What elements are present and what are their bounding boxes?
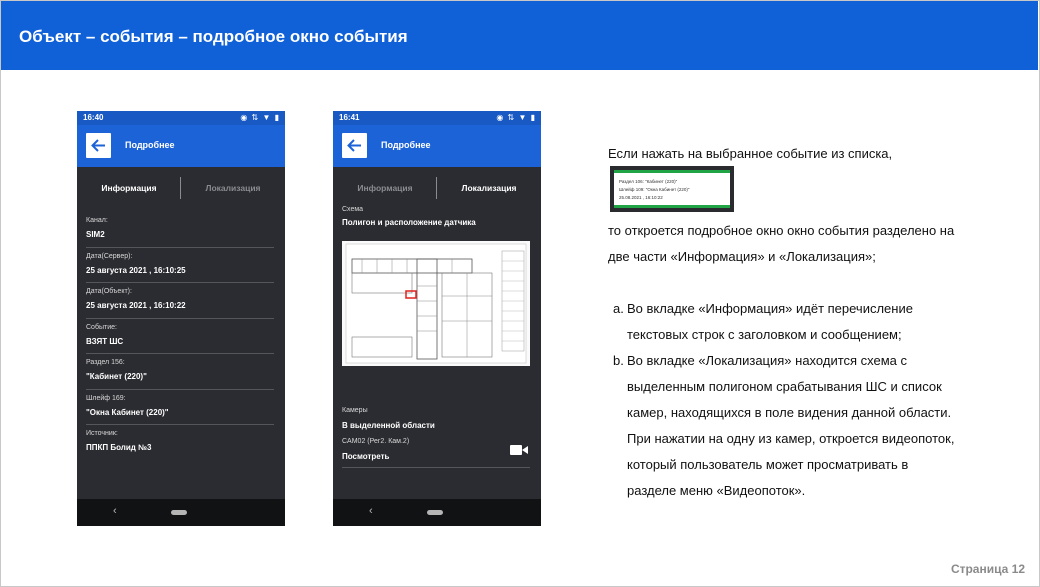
list-item-a-line: Во вкладке «Информация» идёт перечислени… xyxy=(627,301,913,316)
back-button[interactable] xyxy=(86,133,111,158)
slide-title: Объект – события – подробное окно событи… xyxy=(19,27,408,46)
status-time: 16:41 xyxy=(339,113,360,122)
field-value: 25 августа 2021 , 16:10:25 xyxy=(86,265,186,275)
app-bar-title: Подробнее xyxy=(381,140,431,150)
field-loop: Шлейф 169: "Окна Кабинет (220)" xyxy=(86,390,274,425)
field-value: SIM2 xyxy=(86,230,105,239)
tab-localization[interactable]: Локализация xyxy=(181,183,285,193)
status-icons: ◉ ⇅ ▼ ▮ xyxy=(240,113,280,122)
list-marker-b: b. xyxy=(613,353,624,368)
event-list-thumbnail: Раздел 106: "Кабинет (220)" Шлейф 109: "… xyxy=(610,166,734,212)
list-item-b-line: Во вкладке «Локализация» находится схема… xyxy=(627,353,908,368)
field-event: Событие: ВЗЯТ ШС xyxy=(86,319,274,354)
field-date-server: Дата(Сервер): 25 августа 2021 , 16:10:25 xyxy=(86,248,274,283)
camera-view-link[interactable]: Посмотреть xyxy=(342,452,389,461)
back-button[interactable] xyxy=(342,133,367,158)
list-item-a-line: текстовых строк с заголовком и сообщение… xyxy=(627,327,902,342)
floor-plan-image[interactable] xyxy=(342,241,530,366)
field-label: Источник: xyxy=(86,430,118,437)
list-item-b-line: При нажатии на одну из камер, откроется … xyxy=(627,431,955,446)
field-label: Канал: xyxy=(86,217,108,224)
status-time: 16:40 xyxy=(83,113,104,122)
phone-localization-screen: 16:41 ◉ ⇅ ▼ ▮ Подробнее Информация Локал… xyxy=(333,111,541,526)
info-field-list: Канал: SIM2 Дата(Сервер): 25 августа 202… xyxy=(86,212,274,461)
nav-back-icon[interactable]: ‹ xyxy=(369,505,373,517)
status-icons: ◉ ⇅ ▼ ▮ xyxy=(496,113,536,122)
description-intro: Если нажать на выбранное событие из спис… xyxy=(608,146,893,161)
field-date-object: Дата(Объект): 25 августа 2021 , 16:10:22 xyxy=(86,283,274,319)
field-value: ППКП Болид №3 xyxy=(86,443,152,452)
camera-name: CAM02 (Рег2. Кам.2) xyxy=(342,438,410,445)
field-label: Дата(Сервер): xyxy=(86,252,133,260)
field-label: Шлейф 169: xyxy=(86,394,126,402)
field-label: Дата(Объект): xyxy=(86,288,132,295)
cameras-label: Камеры xyxy=(342,407,368,414)
field-label: Раздел 156: xyxy=(86,359,125,366)
list-marker-a: a. xyxy=(613,301,624,316)
field-label: Событие: xyxy=(86,323,117,331)
field-section: Раздел 156: "Кабинет (220)" xyxy=(86,354,274,390)
nav-home-pill[interactable] xyxy=(427,510,443,515)
app-bar: Подробнее xyxy=(77,125,285,167)
system-nav-bar: ‹ xyxy=(77,499,285,526)
thumb-line: Раздел 106: "Кабинет (220)" xyxy=(619,179,678,184)
list-item-b-line: камер, находящихся в поле видения данной… xyxy=(627,405,952,420)
tab-localization[interactable]: Локализация xyxy=(437,183,541,193)
schema-value: Полигон и расположение датчика xyxy=(342,218,476,227)
slide-header: Объект – события – подробное окно событи… xyxy=(1,1,1038,70)
app-bar-title: Подробнее xyxy=(125,140,175,150)
status-bar: 16:40 ◉ ⇅ ▼ ▮ xyxy=(77,111,285,125)
app-bar: Подробнее xyxy=(333,125,541,167)
arrow-left-icon xyxy=(347,139,361,152)
tab-information[interactable]: Информация xyxy=(333,183,437,193)
nav-back-icon[interactable]: ‹ xyxy=(113,505,117,517)
arrow-left-icon xyxy=(91,139,105,152)
camera-divider xyxy=(342,467,530,468)
thumb-line: Шлейф 109: "Окна Кабинет (220)" xyxy=(619,187,690,192)
field-value: ВЗЯТ ШС xyxy=(86,336,124,346)
field-value: 25 августа 2021 , 16:10:22 xyxy=(86,301,186,310)
field-value: "Кабинет (220)" xyxy=(86,372,147,381)
description-line: то откроется подробное окно окно события… xyxy=(608,223,955,238)
tab-bar: Информация Локализация xyxy=(333,177,541,201)
event-card-preview: Раздел 106: "Кабинет (220)" Шлейф 109: "… xyxy=(614,170,730,208)
schema-label: Схема xyxy=(342,206,364,213)
cameras-value: В выделенной области xyxy=(342,421,435,430)
field-channel: Канал: SIM2 xyxy=(86,212,274,248)
thumb-line: 25.08.2021 , 16:10:22 xyxy=(619,195,663,200)
status-bar: 16:41 ◉ ⇅ ▼ ▮ xyxy=(333,111,541,125)
description-line: две части «Информация» и «Локализация»; xyxy=(608,249,876,264)
nav-home-pill[interactable] xyxy=(171,510,187,515)
tab-bar: Информация Локализация xyxy=(77,177,285,201)
list-item-b-line: разделе меню «Видеопоток». xyxy=(627,483,806,498)
phone-info-screen: 16:40 ◉ ⇅ ▼ ▮ Подробнее Информация Локал… xyxy=(77,111,285,526)
video-camera-icon[interactable] xyxy=(510,444,528,456)
field-source: Источник: ППКП Болид №3 xyxy=(86,425,274,461)
page-number: Страница 12 xyxy=(950,562,1025,576)
floor-plan-drawing xyxy=(345,243,527,364)
list-item-b-line: который пользователь может просматривать… xyxy=(627,457,909,472)
tab-information[interactable]: Информация xyxy=(77,183,181,193)
list-item-b-line: выделенным полигоном срабатывания ШС и с… xyxy=(627,379,942,394)
system-nav-bar: ‹ xyxy=(333,499,541,526)
field-value: "Окна Кабинет (220)" xyxy=(86,407,169,417)
